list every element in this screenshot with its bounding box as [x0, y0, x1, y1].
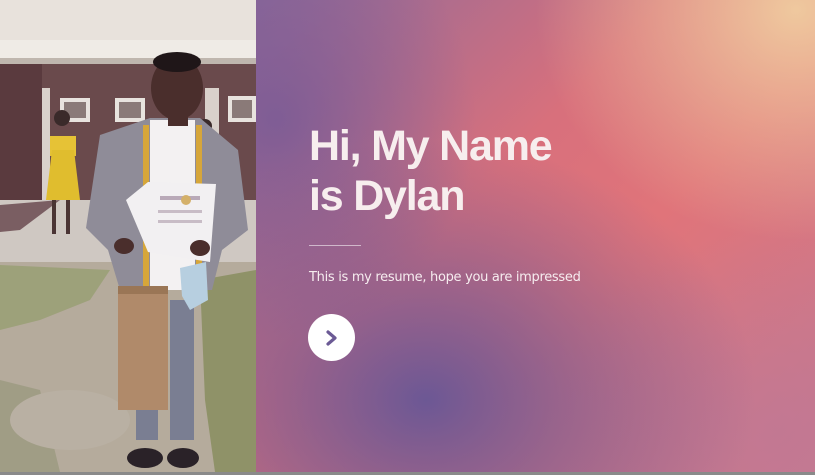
hero-section: Hi, My Name is Dylan This is my resume, h… — [256, 0, 815, 472]
hero-subtitle: This is my resume, hope you are impresse… — [309, 270, 581, 285]
hero-title: Hi, My Name is Dylan — [309, 121, 609, 221]
hero-title-line1: Hi, My Name — [309, 122, 553, 170]
hero-title-line2: is Dylan — [309, 172, 466, 220]
chevron-right-icon — [325, 329, 337, 346]
resume-hero-page: Hi, My Name is Dylan This is my resume, h… — [0, 0, 815, 472]
profile-photo — [0, 0, 256, 472]
next-button[interactable] — [308, 314, 355, 361]
hero-divider — [309, 245, 361, 246]
